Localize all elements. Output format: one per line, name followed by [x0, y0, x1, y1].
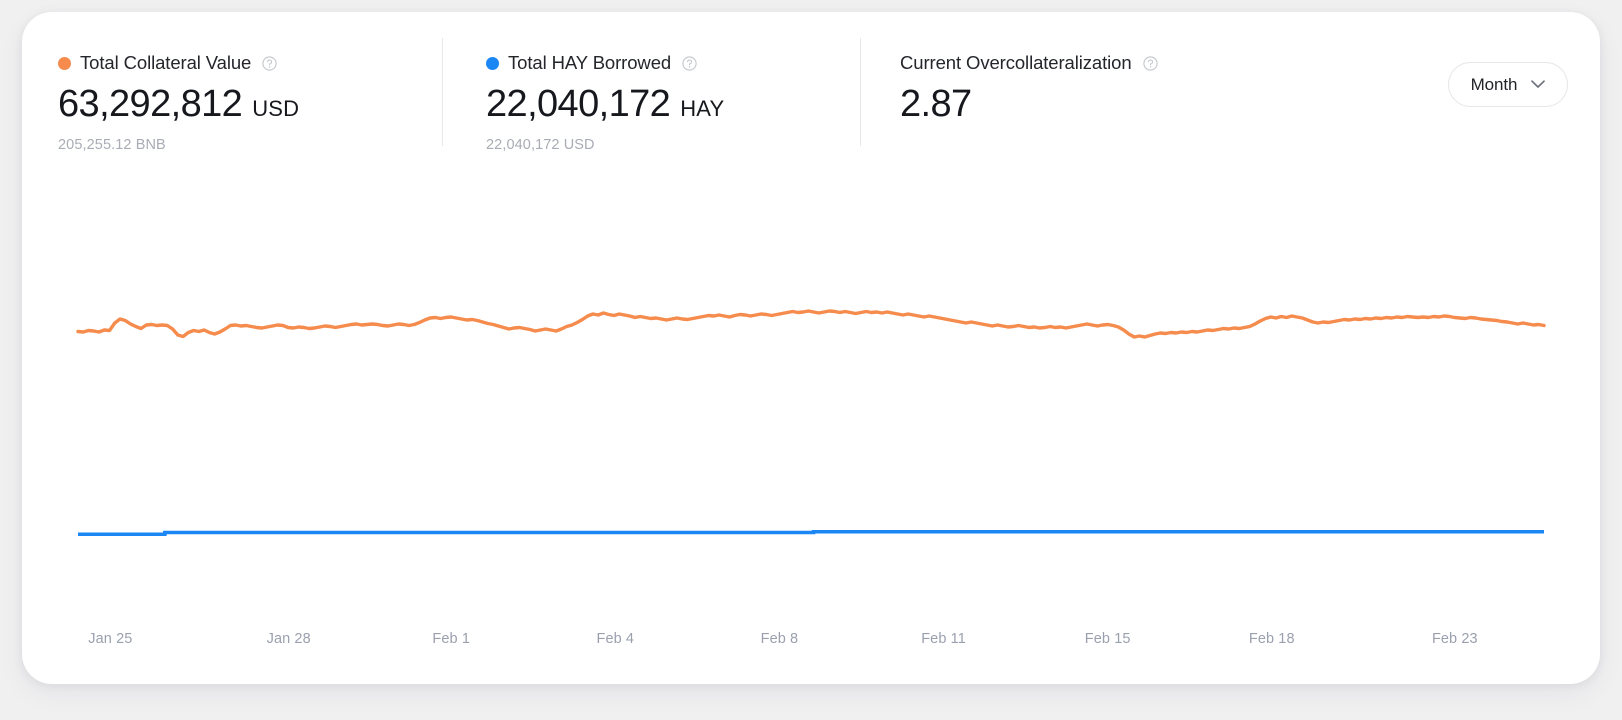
metric-value: 63,292,812 [58, 83, 243, 125]
metric-value: 22,040,172 [486, 83, 671, 125]
x-axis-tick-label: Feb 4 [596, 631, 635, 647]
x-axis-tick-label: Jan 28 [266, 631, 311, 647]
x-axis-tick-label: Jan 25 [88, 631, 133, 647]
metric-title-row: Total Collateral Value [58, 52, 442, 74]
period-select[interactable]: Month [1448, 62, 1568, 107]
metrics-header: Total Collateral Value 63,292,812 USD 20… [22, 12, 1600, 182]
metric-title: Total HAY Borrowed [508, 52, 672, 73]
metric-total-hay-borrowed: Total HAY Borrowed 22,040,172 HAY 22,040… [442, 12, 860, 153]
legend-dot-blue [486, 56, 499, 70]
x-axis-tick-label: Feb 8 [760, 631, 799, 647]
metric-subvalue: 22,040,172 USD [486, 136, 595, 153]
metric-value-row: 63,292,812 USD [58, 83, 442, 125]
series-line-total-collateral-value [76, 309, 1546, 339]
period-select-label: Month [1470, 74, 1518, 94]
metric-current-overcollateralization: Current Overcollateralization 2.87 [860, 12, 1380, 146]
analytics-card: Total Collateral Value 63,292,812 USD 20… [22, 12, 1600, 684]
metric-value-row: 2.87 [900, 83, 1380, 125]
chevron-down-icon [1531, 80, 1546, 89]
metric-unit: USD [252, 96, 300, 121]
x-axis-tick-label: Feb 11 [921, 631, 966, 647]
metric-value: 2.87 [900, 83, 972, 125]
chart: Jan 25 Jan 28 Feb 1 Feb 4 Feb 8 Feb 11 Feb 15 F… [22, 182, 1600, 684]
help-circle-icon[interactable] [1142, 55, 1158, 71]
metric-title: Total Collateral Value [80, 52, 252, 73]
x-axis-tick-label: Feb 23 [1431, 631, 1478, 647]
metric-divider [860, 38, 861, 146]
legend-dot-orange [58, 56, 71, 70]
metric-subvalue: 205,255.12 BNB [58, 136, 166, 153]
metric-value-row: 22,040,172 HAY [486, 83, 860, 125]
metric-unit: HAY [680, 96, 725, 121]
page-background: Total Collateral Value 63,292,812 USD 20… [0, 0, 1622, 720]
metric-title: Current Overcollateralization [900, 52, 1132, 73]
metric-total-collateral-value: Total Collateral Value 63,292,812 USD 20… [22, 12, 442, 153]
chart-plot [76, 309, 1546, 537]
metric-title-row: Total HAY Borrowed [486, 52, 860, 74]
help-circle-icon[interactable] [682, 55, 697, 71]
x-axis-tick-label: Feb 18 [1248, 631, 1295, 647]
metric-divider [442, 38, 443, 146]
series-line-total-hay-borrowed [78, 529, 1544, 537]
x-axis-labels: Jan 25 Jan 28 Feb 1 Feb 4 Feb 8 Feb 11 Feb 15 F… [22, 631, 1600, 651]
help-circle-icon[interactable] [262, 55, 277, 71]
metric-title-row: Current Overcollateralization [900, 52, 1380, 74]
x-axis-tick-label: Feb 15 [1084, 631, 1131, 647]
x-axis-tick-label: Feb 1 [432, 631, 470, 647]
